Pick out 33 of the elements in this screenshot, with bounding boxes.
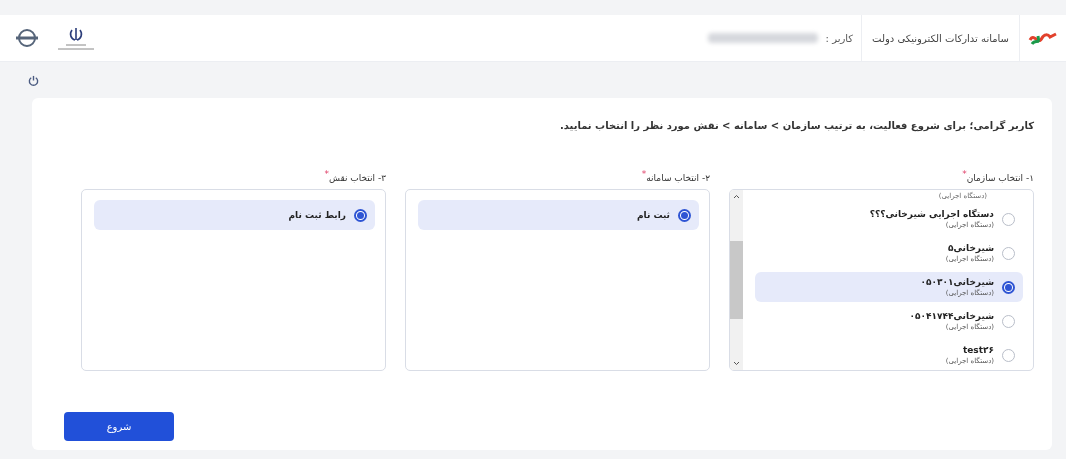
field-label: ۳- انتخاب نقش xyxy=(328,173,386,183)
radio-button[interactable] xyxy=(1002,314,1015,328)
list-option[interactable]: ثبت نام xyxy=(418,200,699,230)
radio-button[interactable] xyxy=(1002,348,1015,362)
option-title: دستگاه اجرایی شیرخانی؟؟؟ xyxy=(869,209,994,219)
option-title: شیرخانی۵ xyxy=(947,243,994,253)
option-title: test۲۶ xyxy=(961,345,994,355)
option-title: ثبت نام xyxy=(636,210,670,220)
system-title: سامانه تدارکات الکترونیکی دولت xyxy=(872,32,1009,44)
option-title: رابط ثبت نام xyxy=(288,210,346,220)
radio-button[interactable] xyxy=(678,208,691,222)
globe-emblem-icon xyxy=(14,29,40,47)
required-asterisk: * xyxy=(641,169,647,179)
chevron-down-icon[interactable] xyxy=(733,361,740,366)
option-title: شیرخانی۰۵۰۳۰۱ xyxy=(920,277,994,287)
user-label: کاربر : xyxy=(825,32,854,44)
radio-button[interactable] xyxy=(1002,212,1015,226)
required-asterisk: * xyxy=(962,169,967,179)
radio-button[interactable] xyxy=(1002,280,1015,294)
instruction-text: کاربر گرامی؛ برای شروع فعالیت، به ترتیب سازمان > سامانه > نقش مورد نظر را انتخاب نمایید. xyxy=(559,120,1034,131)
emblem-icon xyxy=(68,26,84,42)
option-title: شیرخانی۰۵۰۴۱۷۴۴ xyxy=(909,311,994,321)
chevron-up-icon[interactable] xyxy=(733,194,740,199)
scrollbar[interactable] xyxy=(730,190,743,370)
list-option[interactable]: رابط ثبت نام xyxy=(94,200,375,230)
start-button[interactable]: شروع xyxy=(64,412,174,441)
radio-button[interactable] xyxy=(354,208,367,222)
caption-drawing xyxy=(56,44,96,50)
field-label: ۲- انتخاب سامانه xyxy=(646,173,710,183)
radio-button[interactable] xyxy=(1002,246,1015,260)
power-icon[interactable] xyxy=(28,75,39,86)
field-label: ۱- انتخاب سازمان xyxy=(966,173,1034,183)
required-asterisk: * xyxy=(324,169,329,179)
